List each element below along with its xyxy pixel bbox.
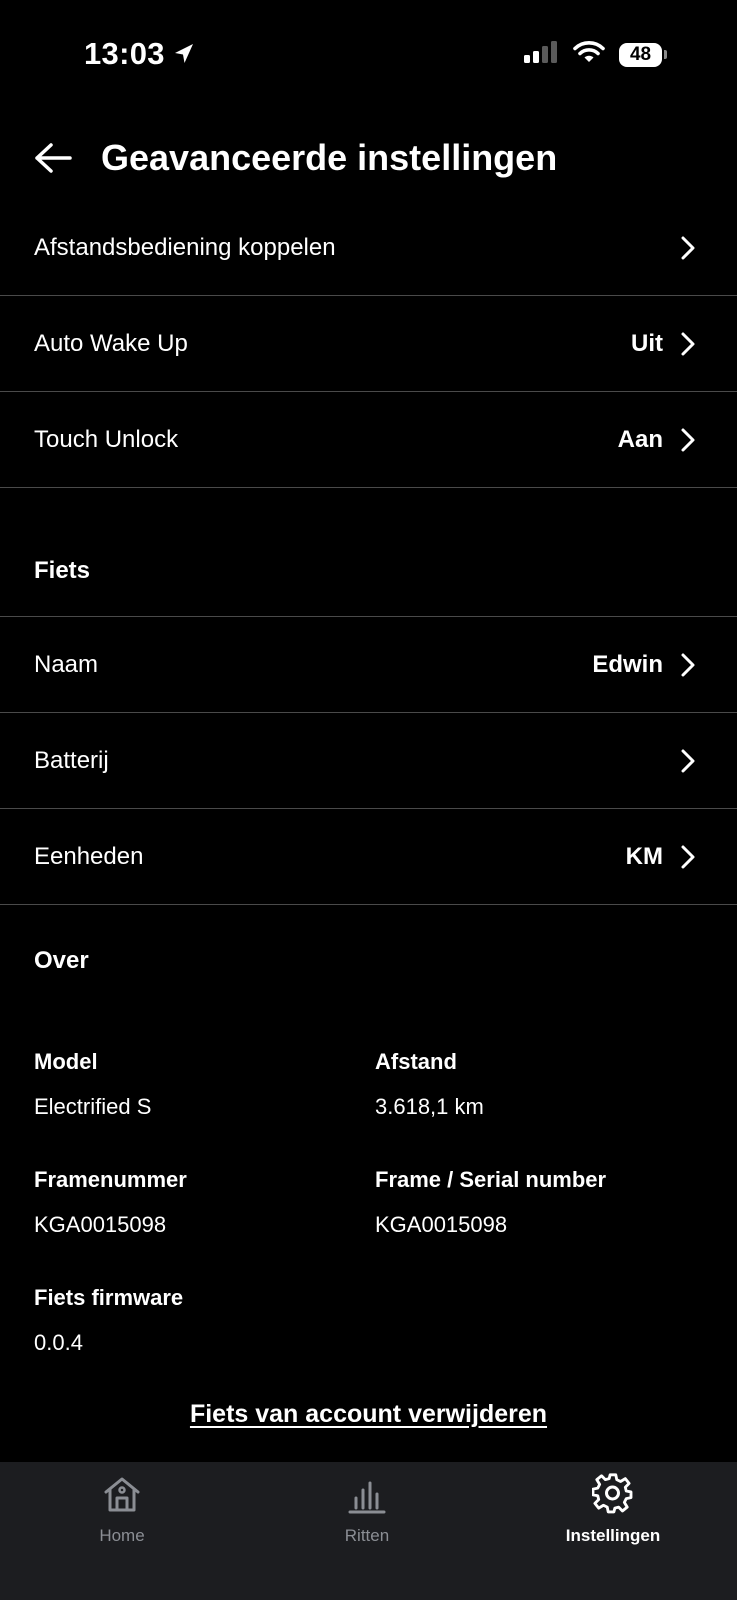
row-touch-unlock[interactable]: Touch Unlock Aan [0,393,737,488]
tab-label: Ritten [344,1526,390,1545]
row-label: Touch Unlock [34,426,179,453]
status-bar: 13:03 48 [0,0,737,108]
location-arrow-icon [173,42,195,66]
row-remote-pairing[interactable]: Afstandsbediening koppelen [0,201,737,296]
signal-icon [523,40,559,69]
row-label: Eenheden [34,843,144,870]
row-label: Batterij [34,747,109,774]
firmware-value: 0.0.4 [34,1330,83,1355]
section-title-bike: Fiets [34,557,91,584]
wifi-icon [573,40,605,69]
battery-level: 48 [619,42,663,67]
tab-rides[interactable]: Ritten [287,1472,447,1556]
status-time-text: 13:03 [84,36,165,71]
remove-bike-link[interactable]: Fiets van account verwijderen [0,1400,737,1429]
frame-number-label: Framenummer [34,1167,187,1192]
status-time: 13:03 [84,36,195,72]
chevron-right-icon [679,747,697,775]
gear-icon [592,1472,634,1516]
tab-settings[interactable]: Instellingen [533,1472,693,1556]
arrow-left-icon [35,143,72,173]
frame-number-value: KGA0015098 [34,1212,167,1237]
row-label: Afstandsbediening koppelen [34,234,336,261]
battery-indicator: 48 [619,42,667,68]
distance-value: 3.618,1 km [375,1094,484,1119]
model-label: Model [34,1049,98,1074]
chevron-right-icon [679,843,697,871]
chevron-right-icon [679,426,697,454]
tab-label: Instellingen [565,1526,661,1545]
row-battery[interactable]: Batterij [0,714,737,809]
page-title: Geavanceerde instellingen [101,137,558,178]
chevron-right-icon [679,330,697,358]
chevron-right-icon [679,651,697,679]
bar-chart-icon [347,1472,387,1516]
distance-label: Afstand [375,1049,457,1074]
back-button[interactable] [30,138,76,178]
tab-label: Home [99,1526,145,1545]
serial-number-label: Frame / Serial number [375,1167,607,1192]
home-icon [102,1472,142,1516]
row-name[interactable]: Naam Edwin [0,618,737,713]
serial-number-value: KGA0015098 [375,1212,508,1237]
tab-home[interactable]: Home [42,1472,202,1556]
row-label: Auto Wake Up [34,330,188,357]
row-auto-wake-up[interactable]: Auto Wake Up Uit [0,297,737,392]
chevron-right-icon [679,234,697,262]
header: Geavanceerde instellingen [0,120,737,196]
divider [0,616,737,617]
row-units[interactable]: Eenheden KM [0,810,737,905]
row-value: KM [625,843,663,870]
tab-bar: Home Ritten Instellingen [0,1462,737,1600]
section-title-about: Over [34,947,89,974]
row-value: Aan [617,426,663,453]
firmware-label: Fiets firmware [34,1285,184,1310]
row-value: Uit [631,330,663,357]
model-value: Electrified S [34,1094,152,1119]
status-icons: 48 [523,40,667,69]
row-label: Naam [34,651,99,678]
row-value: Edwin [592,651,663,678]
